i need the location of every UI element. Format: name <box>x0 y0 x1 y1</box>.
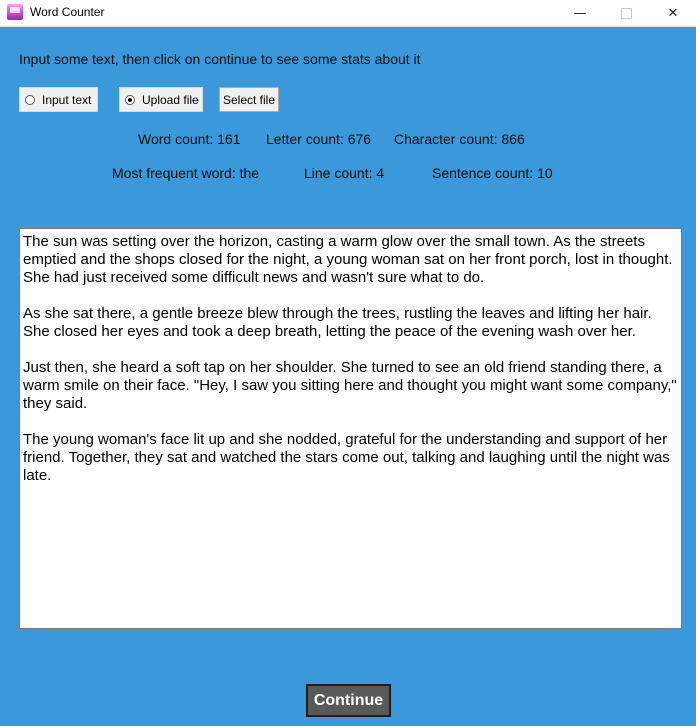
upload-file-radio[interactable]: Upload file <box>119 87 203 112</box>
most-frequent-word-stat: Most frequent word: the <box>112 165 260 181</box>
maximize-button[interactable] <box>603 0 649 26</box>
text-input-area[interactable]: The sun was setting over the horizon, ca… <box>19 228 682 629</box>
character-count-stat: Character count: 866 <box>394 131 525 147</box>
text-paragraph: As she sat there, a gentle breeze blew t… <box>23 305 652 340</box>
text-paragraph: Just then, she heard a soft tap on her s… <box>23 359 677 412</box>
word-counter-app-icon <box>7 4 23 20</box>
input-text-radio[interactable]: Input text <box>19 87 98 112</box>
input-text-label: Input text <box>42 92 92 107</box>
line-count-stat: Line count: 4 <box>304 165 385 181</box>
sentence-count-stat: Sentence count: 10 <box>432 165 553 181</box>
instructions-label: Input some text, then click on continue … <box>19 51 421 67</box>
word-count-stat: Word count: 161 <box>138 131 241 147</box>
minimize-button[interactable]: — <box>557 0 603 26</box>
letter-count-stat: Letter count: 676 <box>266 131 372 147</box>
text-paragraph: The sun was setting over the horizon, ca… <box>23 233 673 286</box>
upload-file-label: Upload file <box>142 92 199 107</box>
text-paragraph: The young woman's face lit up and she no… <box>23 431 670 484</box>
select-file-button[interactable]: Select file <box>219 87 279 112</box>
continue-button[interactable]: Continue <box>306 684 391 717</box>
close-button[interactable]: ✕ <box>650 0 696 26</box>
radio-unchecked-icon <box>25 94 35 105</box>
radio-checked-icon <box>125 94 135 105</box>
maximize-icon <box>620 7 632 19</box>
window-title: Word Counter <box>30 5 105 19</box>
title-bar: Word Counter — ✕ <box>0 0 696 27</box>
